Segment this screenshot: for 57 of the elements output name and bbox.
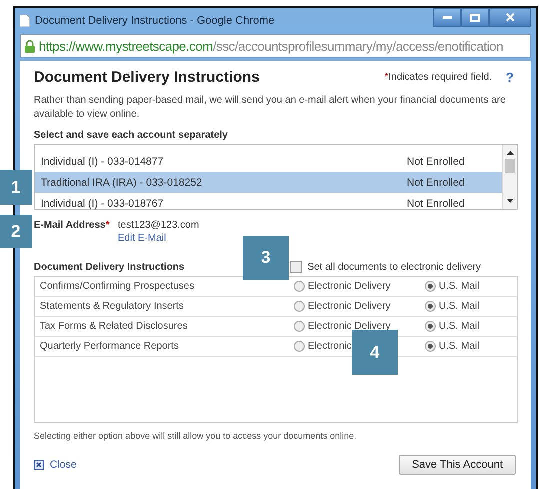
scrollbar[interactable] [502, 145, 517, 209]
account-row[interactable]: Individual (I) - 033-014877 Not Enrolled [35, 151, 502, 172]
option-label: U.S. Mail [439, 341, 480, 352]
page-icon [20, 15, 30, 27]
close-button[interactable] [489, 8, 531, 27]
option-label: Electronic Delivery [308, 281, 391, 292]
radio-button[interactable] [425, 341, 436, 352]
note-text: Selecting either option above will still allow you to access your documents online. [34, 431, 358, 441]
callout-number: 2 [0, 215, 32, 248]
email-label: E-Mail Address* [34, 220, 111, 233]
email-value: test123@123.com [118, 220, 200, 231]
close-icon [34, 460, 44, 470]
close-icon [506, 13, 514, 22]
required-note: *Indicates required field. [384, 72, 492, 83]
scroll-down-icon[interactable] [506, 199, 514, 203]
checkbox[interactable] [290, 261, 302, 273]
callout-number: 1 [0, 170, 32, 205]
accounts-label: Select and save each account separately [34, 130, 229, 141]
document-type: Confirms/Confirming Prospectuses [40, 281, 196, 292]
radio-button[interactable] [294, 341, 305, 352]
maximize-icon [470, 14, 480, 22]
set-all-label: Set all documents to electronic delivery [308, 262, 481, 272]
minimize-button[interactable] [433, 8, 461, 27]
radio-button[interactable] [294, 301, 305, 312]
scroll-thumb[interactable] [505, 159, 515, 173]
option-label: U.S. Mail [439, 281, 480, 292]
delivery-label: Document Delivery Instructions [34, 262, 185, 272]
lock-icon [25, 40, 35, 52]
option-label: U.S. Mail [439, 301, 480, 312]
radio-button[interactable] [294, 321, 305, 332]
url-text: https://www.mystreetscape.com/ssc/accountsprofilesummary/my/access/enotification [39, 38, 504, 54]
close-link[interactable]: Close [34, 459, 77, 471]
radio-button[interactable] [294, 281, 305, 292]
save-account-button[interactable]: Save This Account [399, 455, 516, 475]
callout-number: 4 [352, 330, 398, 375]
radio-button[interactable] [425, 301, 436, 312]
maximize-button[interactable] [461, 8, 489, 27]
help-link[interactable]: ? [506, 70, 514, 85]
minimize-icon [442, 16, 452, 19]
radio-button[interactable] [425, 281, 436, 292]
page-heading: Document Delivery Instructions [34, 69, 260, 86]
account-row[interactable]: Individual (I) - 033-018767 Not Enrolled [35, 193, 502, 209]
option-label: U.S. Mail [439, 321, 480, 332]
option-label: Electronic Delivery [308, 301, 391, 312]
intro-text: Rather than sending paper-based mail, we will send you an e-mail alert when your financial documents are available to view online. [34, 94, 507, 122]
scroll-up-icon[interactable] [506, 151, 514, 155]
callout-number: 3 [243, 236, 289, 280]
document-type: Quarterly Performance Reports [40, 341, 180, 352]
radio-button[interactable] [425, 321, 436, 332]
account-row[interactable]: Traditional IRA (IRA) - 033-018252 Not Enrolled [35, 172, 502, 193]
document-type: Tax Forms & Related Disclosures [40, 321, 189, 332]
window-title: Document Delivery Instructions - Google Chrome [35, 15, 275, 27]
address-bar[interactable]: https://www.mystreetscape.com/ssc/accountsprofilesummary/my/access/enotification [20, 34, 531, 58]
edit-email-link[interactable]: Edit E-Mail [118, 233, 200, 244]
document-type: Statements & Regulatory Inserts [40, 301, 185, 312]
option-label: Electronic Delivery [308, 321, 391, 332]
option-label: Electronic [308, 341, 352, 352]
